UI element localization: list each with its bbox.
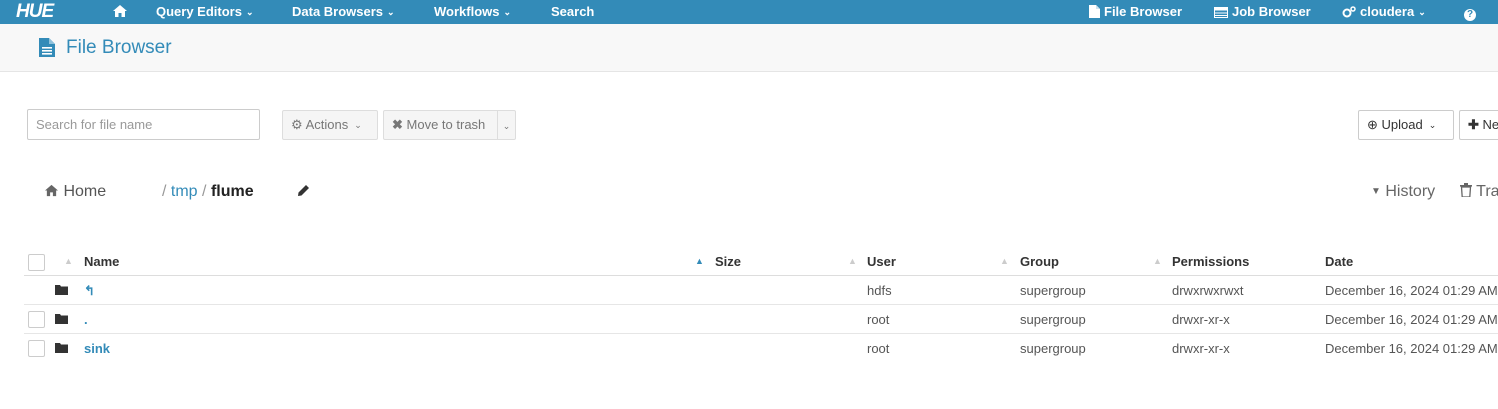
file-date: December 16, 2024 01:29 AM <box>1325 312 1498 327</box>
column-header-group[interactable]: Group <box>1020 247 1059 276</box>
sort-icon[interactable]: ▲ <box>848 247 857 276</box>
history-label: History <box>1385 183 1436 200</box>
question-icon: ? <box>1464 9 1476 21</box>
nav-job-browser-label: Job Browser <box>1232 4 1311 19</box>
up-arrow-icon[interactable]: ↰ <box>84 276 95 305</box>
pencil-icon <box>298 185 309 196</box>
plus-circle-icon: ✚ <box>1468 117 1479 132</box>
trash-label: Tra <box>1476 183 1498 200</box>
file-group: supergroup <box>1020 312 1086 327</box>
hue-logo[interactable]: HUE <box>16 2 54 21</box>
move-to-trash-button[interactable]: ✖ Move to trash <box>383 110 498 140</box>
breadcrumb-home[interactable]: Home <box>44 182 106 202</box>
nav-workflows-label: Workflows <box>434 4 500 19</box>
column-header-permissions[interactable]: Permissions <box>1172 247 1249 276</box>
nav-data-browsers[interactable]: Data Browsers ⌄ <box>292 0 395 24</box>
gear-icon: ⚙ <box>291 117 303 132</box>
file-search-input[interactable] <box>27 109 260 140</box>
trash-link[interactable]: Tra <box>1460 182 1498 202</box>
caret-down-icon: ⌄ <box>387 7 395 17</box>
file-permissions: drwxr-xr-x <box>1172 312 1230 327</box>
file-name-link[interactable]: . <box>84 305 88 334</box>
caret-down-icon: ⌄ <box>354 120 362 130</box>
help-button[interactable]: ? <box>1464 0 1476 24</box>
actions-button[interactable]: ⚙ Actions ⌄ <box>282 110 378 140</box>
table-row[interactable]: . root supergroup drwxr-xr-x December 16… <box>24 305 1498 334</box>
table-icon <box>1214 7 1228 18</box>
file-user: root <box>867 341 890 356</box>
nav-user-menu[interactable]: cloudera ⌄ <box>1342 0 1426 24</box>
column-header-name[interactable]: Name <box>84 247 119 276</box>
trash-icon <box>1460 183 1472 198</box>
upload-button[interactable]: ⊕ Upload ⌄ <box>1358 110 1454 140</box>
file-group: supergroup <box>1020 283 1086 298</box>
column-header-size[interactable]: Size <box>715 247 741 276</box>
new-label: Ne <box>1482 117 1498 132</box>
nav-user-label: cloudera <box>1360 4 1415 19</box>
file-group: supergroup <box>1020 341 1086 356</box>
cogs-icon <box>1342 6 1356 18</box>
table-row[interactable]: ↰ hdfs supergroup drwxrwxrwxt December 1… <box>24 276 1498 305</box>
file-permissions: drwxrwxrwxt <box>1172 283 1244 298</box>
home-icon <box>45 184 58 197</box>
history-link[interactable]: ▼ History <box>1371 182 1435 202</box>
x-icon: ✖ <box>392 117 403 132</box>
sort-icon[interactable]: ▲ <box>1153 247 1162 276</box>
sort-icon[interactable]: ▲ <box>1000 247 1009 276</box>
sort-icon[interactable]: ▲ <box>695 247 704 276</box>
row-checkbox[interactable] <box>28 311 45 328</box>
move-to-trash-label: Move to trash <box>406 117 486 132</box>
nav-job-browser[interactable]: Job Browser <box>1214 0 1311 24</box>
upload-label: Upload <box>1381 117 1423 132</box>
home-icon <box>113 5 127 17</box>
top-navbar: HUE Query Editors ⌄ Data Browsers ⌄ Workfl… <box>0 0 1498 24</box>
caret-down-icon: ⌄ <box>503 7 512 17</box>
caret-down-icon: ⌄ <box>502 121 511 131</box>
edit-path-button[interactable] <box>298 182 309 202</box>
caret-down-icon: ⌄ <box>245 7 254 17</box>
file-icon <box>1089 5 1100 18</box>
home-nav-button[interactable] <box>112 0 132 24</box>
nav-workflows[interactable]: Workflows ⌄ <box>434 0 511 24</box>
breadcrumb-separator: / <box>202 183 207 200</box>
file-user: hdfs <box>867 283 892 298</box>
sort-icon[interactable]: ▲ <box>64 247 73 276</box>
file-date: December 16, 2024 01:29 AM <box>1325 283 1498 298</box>
file-date: December 16, 2024 01:29 AM <box>1325 341 1498 356</box>
title-bar: File Browser <box>0 24 1498 72</box>
column-header-user[interactable]: User <box>867 247 896 276</box>
page-title: File Browser <box>66 37 172 58</box>
breadcrumb-separator: / <box>162 183 167 200</box>
trash-options-dropdown[interactable]: ⌄ <box>497 110 516 140</box>
breadcrumb-tmp[interactable]: tmp <box>171 183 198 200</box>
file-name-link[interactable]: sink <box>84 334 110 363</box>
nav-file-browser[interactable]: File Browser <box>1089 0 1182 24</box>
row-checkbox[interactable] <box>28 340 45 357</box>
breadcrumb: / tmp / flume <box>162 182 254 202</box>
folder-icon <box>55 314 68 324</box>
nav-query-editors[interactable]: Query Editors ⌄ <box>156 0 254 24</box>
caret-down-icon: ⌄ <box>1418 7 1426 17</box>
nav-file-browser-label: File Browser <box>1104 4 1183 19</box>
actions-label: Actions <box>305 117 349 132</box>
table-row[interactable]: sink root supergroup drwxr-xr-x December… <box>24 334 1498 363</box>
nav-query-editors-label: Query Editors <box>156 4 242 19</box>
caret-down-icon: ⌄ <box>1428 120 1437 130</box>
document-icon <box>39 38 55 57</box>
folder-icon <box>55 343 68 353</box>
file-table-header: ▲ Name ▲ Size ▲ User ▲ Group ▲ Permissio… <box>24 247 1498 276</box>
new-button[interactable]: ✚ Ne <box>1459 110 1498 140</box>
breadcrumb-home-label: Home <box>63 183 107 200</box>
folder-icon <box>55 285 68 295</box>
select-all-checkbox[interactable] <box>28 254 45 271</box>
nav-search[interactable]: Search <box>551 0 594 24</box>
file-permissions: drwxr-xr-x <box>1172 341 1230 356</box>
upload-icon: ⊕ <box>1367 117 1378 132</box>
breadcrumb-current[interactable]: flume <box>211 183 254 200</box>
column-header-date[interactable]: Date <box>1325 247 1353 276</box>
file-user: root <box>867 312 890 327</box>
caret-down-icon: ▼ <box>1371 186 1381 197</box>
nav-data-browsers-label: Data Browsers <box>292 4 384 19</box>
